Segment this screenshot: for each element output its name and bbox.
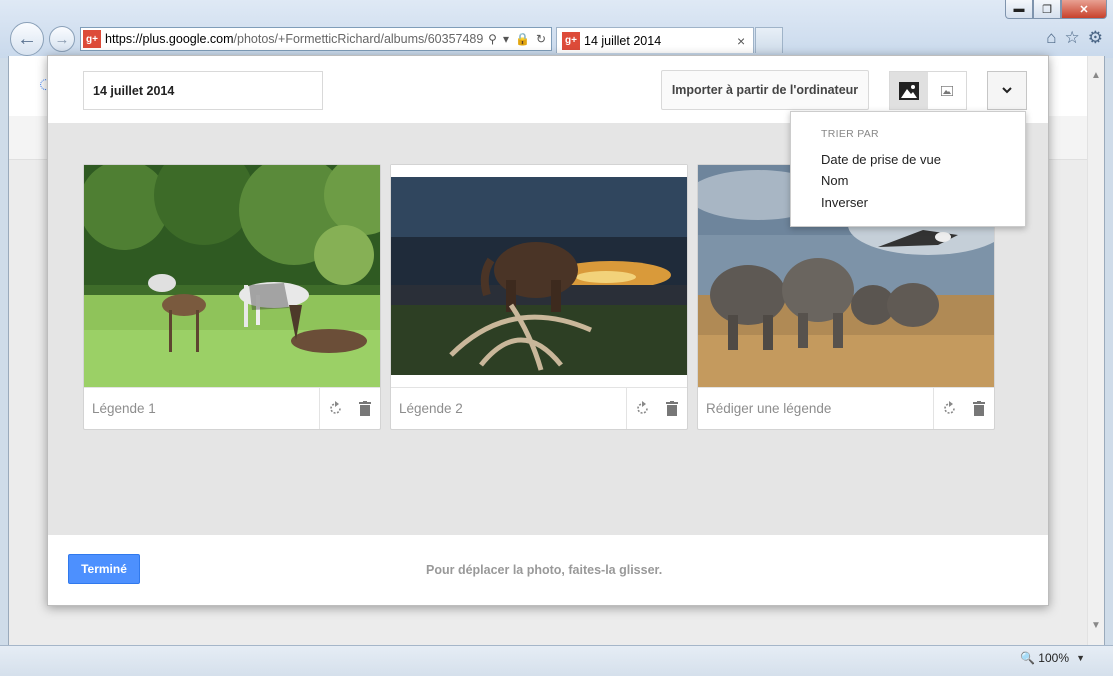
delete-button[interactable] <box>657 388 687 429</box>
caption-field[interactable]: Légende 2 <box>391 388 627 429</box>
url-path: /photos/+FormetticRichard/albums/6035748… <box>233 32 484 46</box>
photo-thumbnail[interactable] <box>391 165 687 387</box>
small-view-button[interactable] <box>928 72 966 109</box>
sort-menu-button[interactable] <box>987 71 1027 110</box>
tab-title: 14 juillet 2014 <box>584 33 662 48</box>
zoom-icon: 🔍 <box>1020 651 1036 665</box>
lock-icon[interactable]: 🔒 <box>515 32 530 46</box>
sort-by-name-item[interactable]: Nom <box>821 173 848 188</box>
photo-zebra-antelopes <box>84 165 380 387</box>
trash-icon <box>359 401 371 416</box>
new-tab-button[interactable] <box>755 27 783 53</box>
tab-active[interactable]: g+ 14 juillet 2014 × <box>556 27 754 53</box>
rotate-icon <box>943 401 955 414</box>
rotate-button[interactable] <box>934 388 964 429</box>
delete-button[interactable] <box>350 388 380 429</box>
dialog-footer: Terminé Pour déplacer la photo, faites-l… <box>48 535 1048 605</box>
gear-icon[interactable]: ⚙ <box>1088 28 1103 48</box>
drag-hint-text: Pour déplacer la photo, faites-la glisse… <box>426 563 663 577</box>
image-small-icon <box>941 85 953 96</box>
sort-menu-heading: TRIER PAR <box>821 128 879 140</box>
rotate-button[interactable] <box>320 388 350 429</box>
back-button[interactable]: ← <box>10 22 44 56</box>
view-toggle <box>889 71 967 110</box>
delete-button[interactable] <box>964 388 994 429</box>
close-window-button[interactable]: ✕ <box>1061 0 1107 19</box>
trash-icon <box>666 401 678 416</box>
window-controls: ▬ ❐ ✕ <box>1005 0 1107 20</box>
caption-field[interactable]: Rédiger une légende <box>698 388 934 429</box>
home-icon[interactable]: ⌂ <box>1046 28 1056 48</box>
done-button[interactable]: Terminé <box>68 554 140 584</box>
forward-button[interactable]: → <box>49 26 75 52</box>
arrow-right-icon: → <box>54 30 70 48</box>
chevron-down-icon <box>1002 87 1012 94</box>
chevron-down-icon[interactable]: ▼ <box>1076 653 1085 663</box>
sort-dropdown-menu: TRIER PAR Date de prise de vue Nom Inver… <box>790 111 1026 227</box>
sort-reverse-item[interactable]: Inverser <box>821 195 868 210</box>
vertical-scrollbar[interactable]: ▲ ▼ <box>1087 56 1104 645</box>
image-icon <box>899 81 919 100</box>
url-host: https://plus.google.com <box>105 32 234 46</box>
photo-card[interactable]: Légende 1 <box>83 164 381 430</box>
dropdown-arrow-icon[interactable]: ▾ <box>503 32 509 46</box>
search-icon[interactable]: ⚲ <box>488 32 497 46</box>
trash-icon <box>973 401 985 416</box>
status-bar: 🔍 100% ▼ <box>0 645 1113 676</box>
google-plus-icon: g+ <box>562 31 580 50</box>
chevron-down-icon[interactable]: ▼ <box>1091 620 1101 631</box>
rotate-icon <box>329 401 341 414</box>
maximize-button[interactable]: ❐ <box>1033 0 1061 19</box>
minimize-button[interactable]: ▬ <box>1005 0 1033 19</box>
address-bar[interactable]: g+ https://plus.google.com/photos/+Forme… <box>80 27 552 51</box>
chevron-up-icon[interactable]: ▲ <box>1091 70 1101 81</box>
rotate-icon <box>636 401 648 414</box>
photo-thumbnail[interactable] <box>84 165 380 387</box>
arrow-left-icon: ← <box>17 27 37 50</box>
url-text[interactable]: https://plus.google.com/photos/+Formetti… <box>105 32 483 46</box>
large-view-button[interactable] <box>890 72 928 109</box>
album-title-input[interactable]: 14 juillet 2014 <box>83 71 323 110</box>
refresh-icon[interactable]: ↻ <box>536 32 546 46</box>
photo-elephant-sunset <box>391 165 687 387</box>
photo-card[interactable]: Légende 2 <box>390 164 688 430</box>
rotate-button[interactable] <box>627 388 657 429</box>
sort-by-date-item[interactable]: Date de prise de vue <box>821 152 941 167</box>
browser-chrome: ▬ ❐ ✕ ← → g+ https://plus.google.com/pho… <box>0 0 1113 58</box>
import-from-computer-button[interactable]: Importer à partir de l'ordinateur <box>661 70 869 110</box>
zoom-control[interactable]: 🔍 100% <box>1020 651 1069 665</box>
tab-close-icon[interactable]: × <box>737 33 753 49</box>
star-icon[interactable]: ☆ <box>1065 28 1080 48</box>
caption-field[interactable]: Légende 1 <box>84 388 320 429</box>
zoom-level: 100% <box>1038 651 1069 665</box>
google-plus-icon: g+ <box>83 30 101 48</box>
